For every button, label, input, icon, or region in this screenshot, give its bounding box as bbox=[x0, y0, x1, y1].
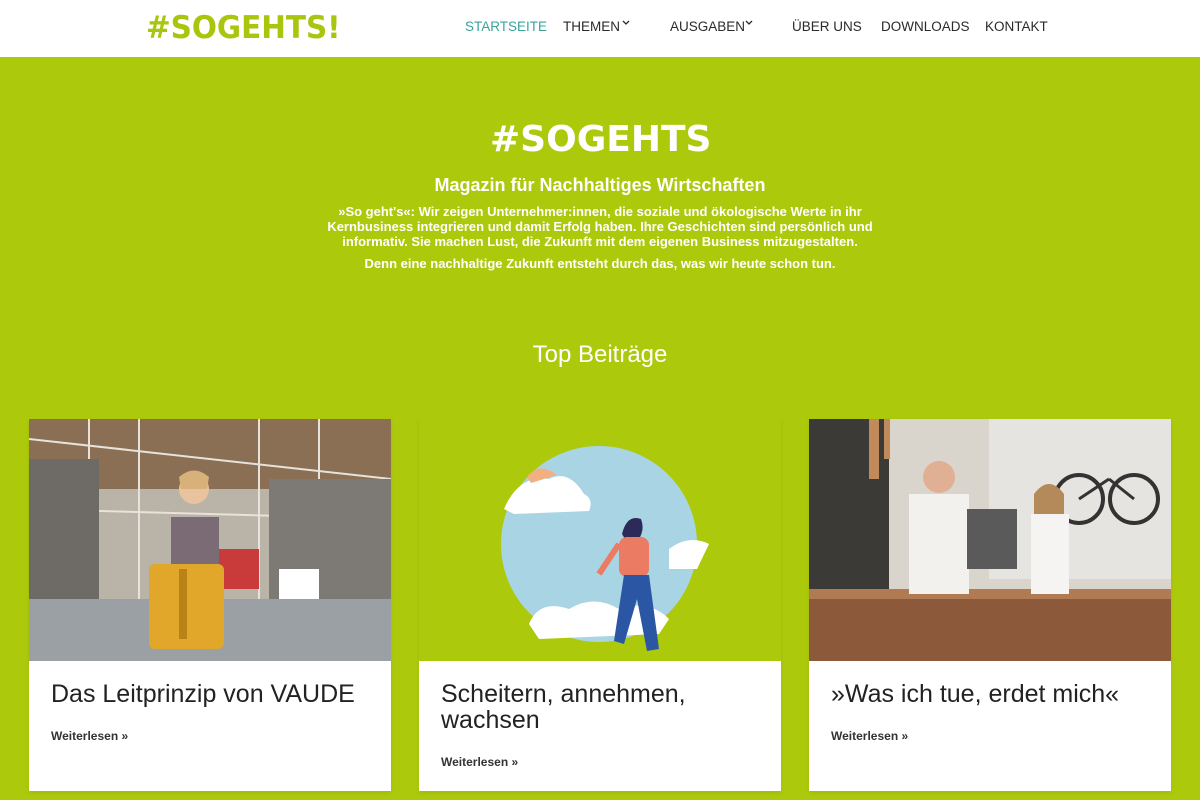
nav-item-downloads[interactable]: DOWNLOADS bbox=[881, 18, 970, 36]
nav-item-ausgaben[interactable]: AUSGABEN bbox=[670, 18, 745, 36]
nav-item-themen[interactable]: THEMEN bbox=[563, 18, 620, 36]
post-title[interactable]: »Was ich tue, erdet mich« bbox=[831, 681, 1151, 707]
site-header: #SOGEHTS! STARTSEITE THEMEN AUSGABEN ÜBE… bbox=[0, 0, 1200, 57]
nav-item-ueber-uns[interactable]: ÜBER UNS bbox=[792, 18, 862, 36]
post-image-cafe[interactable] bbox=[809, 419, 1171, 661]
section-title-top-posts: Top Beiträge bbox=[532, 341, 668, 368]
nav-item-startseite[interactable]: STARTSEITE bbox=[465, 18, 547, 36]
post-card[interactable]: Scheitern, annehmen, wachsen Weiterlesen… bbox=[419, 419, 781, 791]
read-more-link[interactable]: Weiterlesen » bbox=[51, 729, 128, 743]
hero-tagline: Denn eine nachhaltige Zukunft entsteht d… bbox=[364, 256, 836, 271]
site-logo[interactable]: #SOGEHTS! bbox=[146, 10, 341, 46]
nav-item-kontakt[interactable]: KONTAKT bbox=[985, 18, 1048, 36]
hero-logo: #SOGEHTS! bbox=[490, 119, 710, 156]
post-title[interactable]: Das Leitprinzip von VAUDE bbox=[51, 681, 371, 707]
post-title[interactable]: Scheitern, annehmen, wachsen bbox=[441, 681, 761, 733]
post-image-factory[interactable] bbox=[29, 419, 391, 661]
chevron-down-icon[interactable] bbox=[744, 18, 754, 28]
read-more-link[interactable]: Weiterlesen » bbox=[441, 755, 518, 769]
post-card[interactable]: Das Leitprinzip von VAUDE Weiterlesen » bbox=[29, 419, 391, 791]
hero-title: Magazin für Nachhaltiges Wirtschaften bbox=[434, 175, 766, 195]
read-more-link[interactable]: Weiterlesen » bbox=[831, 729, 908, 743]
chevron-down-icon[interactable] bbox=[621, 18, 631, 28]
post-image-illustration[interactable] bbox=[419, 419, 781, 661]
post-card[interactable]: »Was ich tue, erdet mich« Weiterlesen » bbox=[809, 419, 1171, 791]
hero-description: »So geht's«: Wir zeigen Unternehmer:inne… bbox=[327, 204, 873, 249]
